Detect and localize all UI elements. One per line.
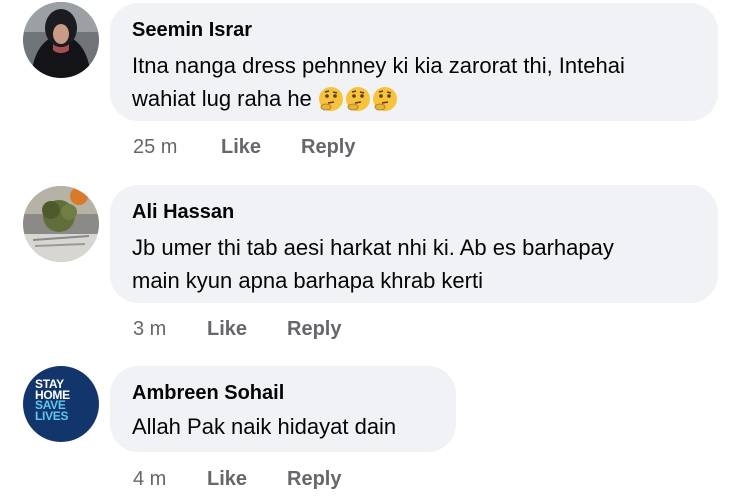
reply-button[interactable]: Reply — [287, 468, 341, 491]
reply-button[interactable]: Reply — [287, 318, 341, 341]
comment-text-line: Allah Pak naik hidayat dain — [132, 414, 397, 439]
comment-bubble: Ambreen Sohail Allah Pak naik hidayat da… — [110, 366, 456, 452]
thinking-face-emoji-icon — [345, 86, 371, 121]
comment-actions: 25 m Like Reply — [133, 136, 355, 159]
comment-text: wahiat lug raha he — [132, 86, 312, 111]
avatar[interactable] — [23, 2, 99, 78]
thinking-face-emoji-icon — [372, 86, 398, 121]
comment-actions: 3 m Like Reply — [133, 318, 341, 341]
comment-bubble: Seemin Israr Itna nanga dress pehnney ki… — [110, 3, 718, 121]
thinking-face-emoji-icon — [318, 86, 344, 121]
comment-actions: 4 m Like Reply — [133, 468, 341, 491]
comment-timestamp[interactable]: 4 m — [133, 468, 207, 491]
avatar[interactable]: STAY HOME SAVE LIVES — [23, 366, 99, 442]
reply-button[interactable]: Reply — [301, 136, 355, 159]
comment-author[interactable]: Seemin Israr — [132, 17, 696, 43]
like-button[interactable]: Like — [207, 318, 287, 341]
like-button[interactable]: Like — [221, 136, 301, 159]
comment-text-line-2: wahiat lug raha he — [132, 82, 696, 121]
comment-timestamp[interactable]: 3 m — [133, 318, 207, 341]
user-photo-icon — [23, 2, 99, 78]
avatar[interactable] — [23, 186, 99, 262]
logo-line: LIVES — [35, 408, 69, 423]
comment-text-line: Itna nanga dress pehnney ki kia zarorat … — [132, 53, 625, 78]
stay-home-save-lives-logo: STAY HOME SAVE LIVES — [35, 378, 95, 423]
comment-text-line-2: main kyun apna barhapa khrab kerti — [132, 268, 483, 293]
comment-bubble: Ali Hassan Jb umer thi tab aesi harkat n… — [110, 185, 718, 303]
comment-author[interactable]: Ali Hassan — [132, 199, 696, 225]
user-photo-icon — [23, 186, 99, 262]
comment-author[interactable]: Ambreen Sohail — [132, 380, 434, 406]
comment-timestamp[interactable]: 25 m — [133, 136, 221, 159]
like-button[interactable]: Like — [207, 468, 287, 491]
comment-text-line: Jb umer thi tab aesi harkat nhi ki. Ab e… — [132, 235, 614, 260]
